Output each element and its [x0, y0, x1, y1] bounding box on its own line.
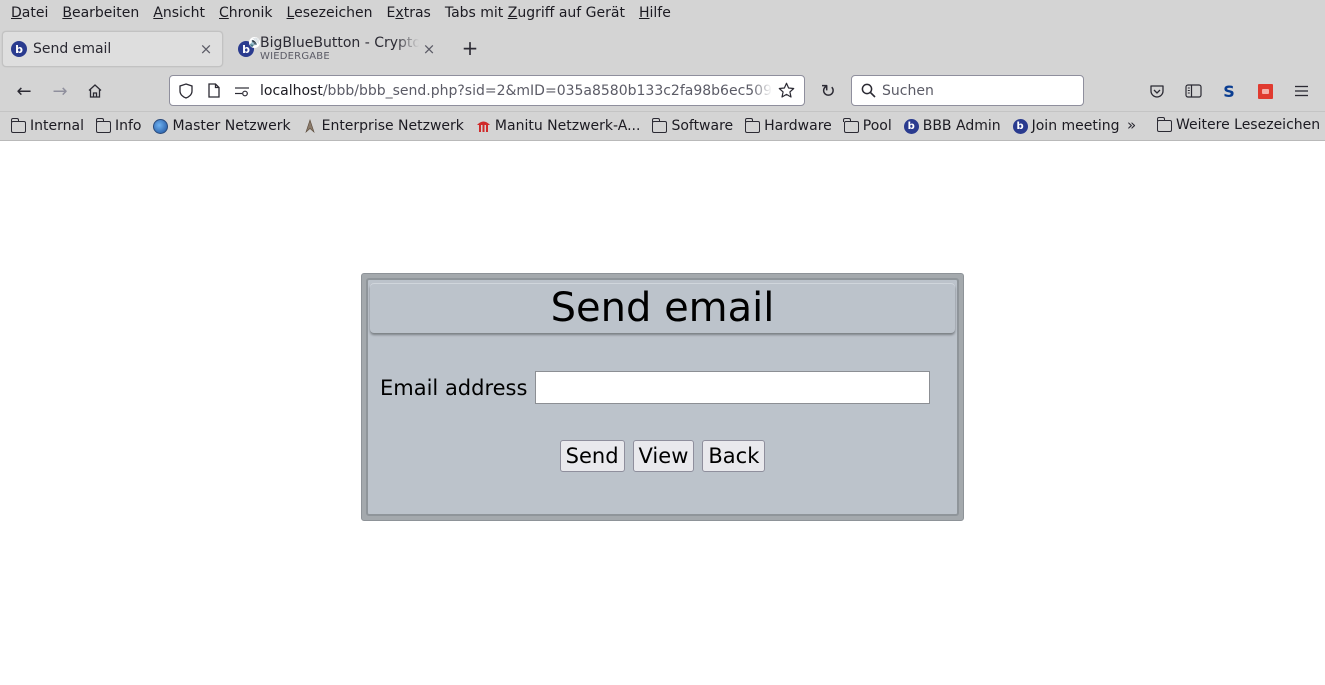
send-button[interactable]: Send: [559, 440, 625, 472]
email-label: Email address: [380, 375, 528, 400]
tab-bigbluebutton[interactable]: b🔊 BigBlueButton - Crypto-Bridge WIEDERG…: [230, 31, 445, 67]
view-button[interactable]: View: [632, 440, 695, 472]
extension-s-icon[interactable]: S: [1217, 79, 1241, 103]
bigbluebutton-icon: b 🔊: [238, 37, 260, 57]
bigbluebutton-icon: b: [11, 41, 27, 57]
bookmark-manitu[interactable]: Manitu Netzwerk-A...: [475, 118, 641, 134]
home-icon: [88, 84, 102, 98]
page-content: Send email Email address Send View Back: [0, 141, 1325, 685]
bookmark-label: Software: [671, 118, 734, 134]
email-field[interactable]: [535, 371, 931, 404]
tab-title-wrap: BigBlueButton - Crypto-Bridge WIEDERGABE: [260, 36, 419, 63]
back-button[interactable]: ←: [11, 78, 37, 104]
button-row: Send View Back: [368, 440, 957, 472]
menu-chronik[interactable]: Chronik: [212, 0, 280, 27]
bookmarks-toolbar: Internal Info Master Netzwerk Enterprise…: [0, 112, 1325, 141]
bookmark-star-icon[interactable]: [776, 81, 796, 101]
bookmark-label: Pool: [862, 118, 892, 134]
pocket-icon[interactable]: [1145, 79, 1169, 103]
folder-icon: [651, 118, 668, 134]
bookmark-join-meeting[interactable]: b Join meeting: [1012, 118, 1120, 134]
url-text[interactable]: localhost/bbb/bbb_send.php?sid=2&mID=035…: [260, 83, 772, 99]
bookmark-label: Manitu Netzwerk-A...: [494, 118, 641, 134]
menu-bar: Datei Bearbeiten Ansicht Chronik Lesezei…: [0, 0, 1325, 27]
email-form-row: Email address: [380, 371, 931, 404]
bookmark-pool[interactable]: Pool: [843, 118, 892, 134]
bookmark-master-netzwerk[interactable]: Master Netzwerk: [152, 118, 291, 134]
bookmark-label: Internal: [30, 118, 84, 134]
send-email-panel: Send email Email address Send View Back: [361, 273, 964, 521]
panel-header: Send email: [370, 283, 955, 333]
search-input[interactable]: [882, 82, 1072, 99]
navigation-bar: ← → localhost/bbb/bbb_send.php?sid=2&mID…: [0, 70, 1325, 112]
menu-lesezeichen[interactable]: Lesezeichen: [280, 0, 380, 27]
youtube-extension-icon[interactable]: [1253, 79, 1277, 103]
url-host: localhost: [260, 82, 323, 99]
url-bar[interactable]: localhost/bbb/bbb_send.php?sid=2&mID=035…: [169, 75, 805, 106]
bookmarks-overflow-chevron-icon[interactable]: »: [1127, 116, 1136, 134]
bookmark-info[interactable]: Info: [95, 118, 142, 134]
bookmark-label: Info: [114, 118, 142, 134]
page-icon[interactable]: [204, 81, 224, 101]
folder-icon: [95, 118, 112, 134]
bigbluebutton-icon: b: [903, 118, 920, 134]
menu-hilfe[interactable]: Hilfe: [632, 0, 678, 27]
bookmark-label: Join meeting: [1031, 118, 1120, 134]
bigbluebutton-icon: b: [1012, 118, 1029, 134]
bookmark-enterprise-netzwerk[interactable]: Enterprise Netzwerk: [302, 118, 464, 134]
tab-playing-label: WIEDERGABE: [260, 50, 330, 62]
new-tab-button[interactable]: +: [459, 36, 481, 60]
url-path: /bbb/bbb_send.php?sid=2&mID=035a8580b133…: [322, 82, 772, 99]
tab-strip: b Send email × b 🔊 BigBlueButton - Crypto…: [0, 27, 1325, 70]
bookmark-internal[interactable]: Internal: [10, 118, 84, 134]
search-bar[interactable]: [851, 75, 1084, 106]
bookmark-software[interactable]: Software: [651, 118, 733, 134]
tab-title: BigBlueButton - Crypto-Bridge: [260, 35, 419, 51]
permissions-icon[interactable]: [232, 81, 252, 101]
bookmark-label: Master Netzwerk: [172, 118, 291, 134]
menu-datei[interactable]: Datei: [4, 0, 55, 27]
reload-button[interactable]: ↻: [815, 78, 841, 104]
forward-button[interactable]: →: [47, 78, 73, 104]
bookmark-label: Enterprise Netzwerk: [321, 118, 464, 134]
close-tab-icon[interactable]: ×: [196, 39, 216, 59]
bookmark-label: Weitere Lesezeichen: [1176, 117, 1321, 133]
speaker-icon[interactable]: 🔊: [249, 37, 260, 48]
folder-icon: [744, 118, 761, 134]
tab-send-email[interactable]: b Send email ×: [2, 31, 223, 67]
globe-icon: [152, 118, 169, 134]
folder-icon: [1156, 117, 1173, 133]
menu-bearbeiten[interactable]: Bearbeiten: [55, 0, 146, 27]
sidebar-icon[interactable]: [1181, 79, 1205, 103]
menu-ansicht[interactable]: Ansicht: [146, 0, 212, 27]
menu-extras[interactable]: Extras: [380, 0, 438, 27]
panel-body: Send email Email address Send View Back: [366, 278, 959, 516]
bookmark-hardware[interactable]: Hardware: [744, 118, 832, 134]
close-tab-icon[interactable]: ×: [419, 39, 439, 59]
folder-icon: [10, 118, 27, 134]
manitu-icon: [475, 118, 492, 134]
hamburger-menu-icon[interactable]: [1289, 79, 1313, 103]
back-button-page[interactable]: Back: [702, 440, 766, 472]
folder-icon: [843, 118, 860, 134]
enterprise-icon: [302, 118, 319, 134]
shield-icon[interactable]: [176, 81, 196, 101]
bookmark-weitere-lesezeichen[interactable]: Weitere Lesezeichen: [1156, 117, 1320, 133]
page-title: Send email: [550, 285, 775, 331]
menu-tabs-geraet[interactable]: Tabs mit Zugriff auf Gerät: [438, 0, 632, 27]
home-button[interactable]: [82, 78, 108, 104]
tab-title: Send email: [33, 41, 112, 57]
bookmark-label: Hardware: [764, 118, 832, 134]
bookmark-bbb-admin[interactable]: b BBB Admin: [903, 118, 1001, 134]
bookmark-label: BBB Admin: [922, 118, 1001, 134]
search-icon: [861, 83, 876, 98]
